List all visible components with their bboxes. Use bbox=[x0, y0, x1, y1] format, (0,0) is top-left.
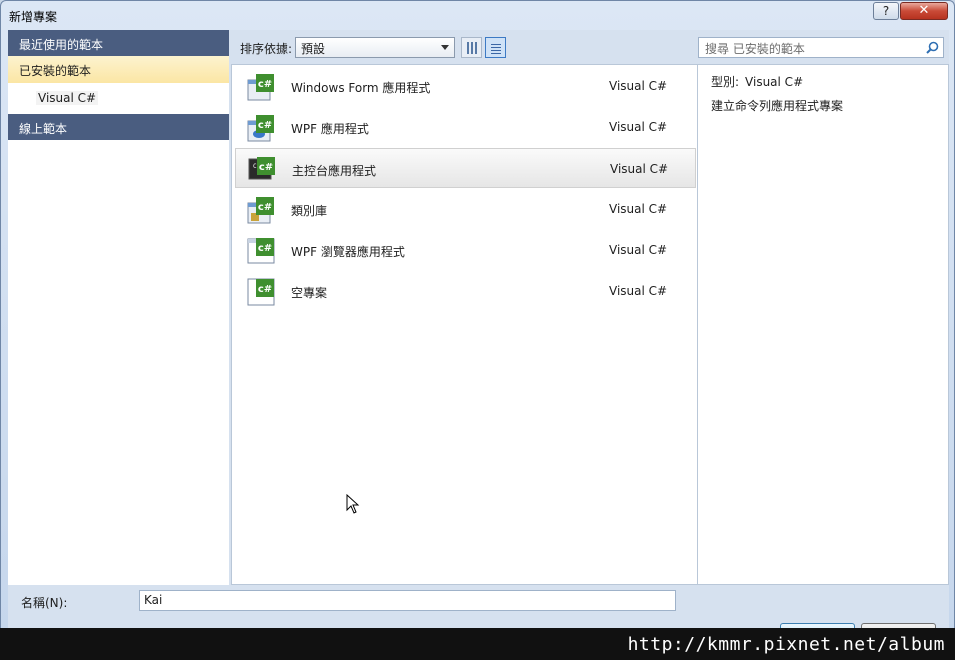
svg-text:c#: c# bbox=[258, 202, 272, 213]
watermark-text: http://kmmr.pixnet.net/album bbox=[627, 634, 945, 655]
search-placeholder: 搜尋 已安裝的範本 bbox=[705, 42, 805, 56]
template-name: WPF 瀏覽器應用程式 bbox=[291, 245, 405, 259]
template-name: 主控台應用程式 bbox=[292, 164, 377, 178]
template-name: WPF 應用程式 bbox=[291, 122, 369, 136]
template-description: 建立命令列應用程式專案 bbox=[711, 99, 844, 113]
name-label: 名稱(N): bbox=[21, 596, 68, 610]
chevron-down-icon bbox=[441, 45, 449, 50]
online-templates-header[interactable]: 線上範本 bbox=[8, 114, 229, 140]
template-info-panel: 型別: Visual C# 建立命令列應用程式專案 bbox=[697, 64, 949, 585]
new-project-dialog: 新增專案 ? ✕ 最近使用的範本 已安裝的範本 Visual C# 線上範本 排… bbox=[0, 0, 955, 660]
template-name: 類別庫 bbox=[291, 204, 328, 218]
visual-csharp-label: Visual C# bbox=[36, 91, 99, 105]
svg-text:c#: c# bbox=[258, 79, 272, 90]
svg-text:c#: c# bbox=[259, 162, 273, 173]
details-view-button[interactable] bbox=[485, 37, 506, 58]
dialog-body: 最近使用的範本 已安裝的範本 Visual C# 線上範本 排序依據: 預設 搜… bbox=[8, 30, 949, 630]
toolbar: 排序依據: 預設 搜尋 已安裝的範本 bbox=[231, 30, 949, 64]
list-view-icon bbox=[491, 42, 501, 54]
template-categories: 最近使用的範本 已安裝的範本 Visual C# 線上範本 bbox=[8, 30, 229, 585]
template-type: 型別: Visual C# bbox=[711, 73, 803, 90]
visual-csharp-category[interactable]: Visual C# bbox=[8, 83, 229, 114]
template-language: Visual C# bbox=[609, 243, 668, 257]
console-icon: C:\c# bbox=[247, 155, 277, 185]
wpf-icon: c# bbox=[246, 113, 276, 143]
class-library-icon: c# bbox=[246, 195, 276, 225]
winforms-icon: c# bbox=[246, 72, 276, 102]
template-name: Windows Form 應用程式 bbox=[291, 81, 431, 95]
template-item[interactable]: c# 類別庫 Visual C# bbox=[235, 189, 696, 229]
recent-templates-header[interactable]: 最近使用的範本 bbox=[8, 30, 229, 56]
project-name-input[interactable]: Kai bbox=[139, 590, 676, 611]
name-row: 名稱(N): Kai bbox=[8, 585, 949, 617]
title-bar: 新增專案 ? ✕ bbox=[1, 1, 954, 29]
template-name: 空專案 bbox=[291, 286, 328, 300]
mouse-cursor-icon bbox=[346, 494, 360, 514]
help-button[interactable]: ? bbox=[873, 2, 899, 20]
svg-text:c#: c# bbox=[258, 243, 272, 254]
wpf-browser-icon: c# bbox=[246, 236, 276, 266]
dialog-title: 新增專案 bbox=[9, 10, 58, 24]
template-item[interactable]: c# 空專案 Visual C# bbox=[235, 271, 696, 311]
sort-label: 排序依據: bbox=[240, 42, 293, 56]
svg-text:c#: c# bbox=[258, 120, 272, 131]
close-button[interactable]: ✕ bbox=[900, 2, 948, 20]
type-value: Visual C# bbox=[745, 75, 804, 89]
template-language: Visual C# bbox=[609, 120, 668, 134]
watermark-bar: http://kmmr.pixnet.net/album bbox=[0, 628, 955, 660]
sort-dropdown[interactable]: 預設 bbox=[295, 37, 455, 58]
template-language: Visual C# bbox=[609, 202, 668, 216]
template-item[interactable]: c# WPF 瀏覽器應用程式 Visual C# bbox=[235, 230, 696, 270]
installed-templates-item[interactable]: 已安裝的範本 bbox=[8, 56, 229, 83]
type-label: 型別: bbox=[711, 75, 740, 89]
template-item[interactable]: c# WPF 應用程式 Visual C# bbox=[235, 107, 696, 147]
empty-project-icon: c# bbox=[246, 277, 276, 307]
template-language: Visual C# bbox=[609, 79, 668, 93]
template-item[interactable]: C:\c# 主控台應用程式 Visual C# bbox=[235, 148, 696, 188]
template-list: c# Windows Form 應用程式 Visual C# c# WPF 應用程式 Vi… bbox=[231, 64, 697, 585]
grid-view-icon bbox=[467, 42, 477, 54]
medium-icons-view-button[interactable] bbox=[461, 37, 482, 58]
template-language: Visual C# bbox=[610, 162, 669, 176]
template-language: Visual C# bbox=[609, 284, 668, 298]
search-icon[interactable] bbox=[926, 41, 939, 54]
search-input[interactable]: 搜尋 已安裝的範本 bbox=[698, 37, 944, 58]
svg-text:c#: c# bbox=[258, 284, 272, 295]
template-item[interactable]: c# Windows Form 應用程式 Visual C# bbox=[235, 66, 696, 106]
sort-dropdown-value: 預設 bbox=[301, 42, 326, 56]
